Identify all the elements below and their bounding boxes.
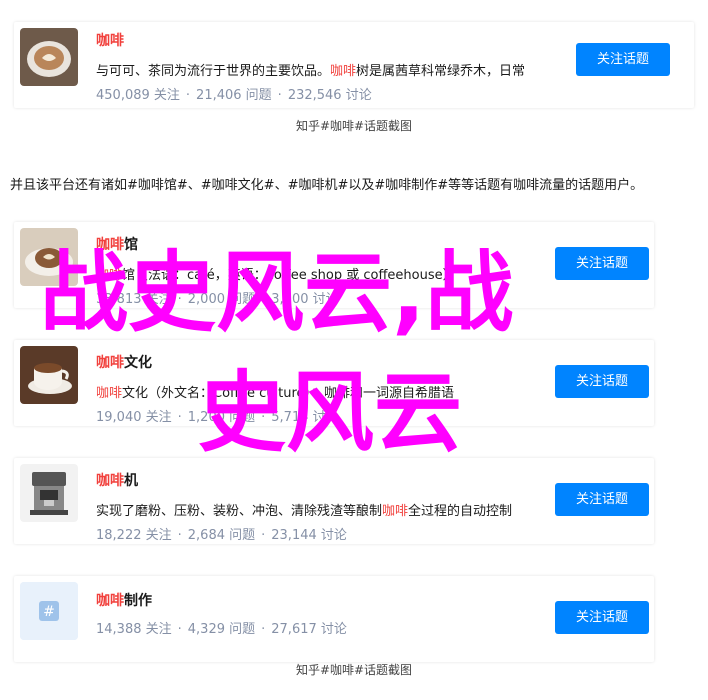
topic-title[interactable]: 咖啡文化 [96,352,152,372]
image-caption: 知乎#咖啡#话题截图 [295,663,413,677]
follow-topic-button[interactable]: 关注话题 [555,365,649,398]
followers-count[interactable]: 19,040 关注 [96,410,172,425]
discussions-count[interactable]: 232,546 讨论 [288,88,372,103]
image-caption: 知乎#咖啡#话题截图 [295,119,413,133]
follow-topic-button[interactable]: 关注话题 [576,43,670,76]
topic-card-coffee: 咖啡 与可可、茶同为流行于世界的主要饮品。咖啡树是属茜草科常绿乔木，日常 450… [14,22,694,108]
body-paragraph: 并且该平台还有诸如#咖啡馆#、#咖啡文化#、#咖啡机#以及#咖啡制作#等等话题有… [10,178,644,193]
topic-title[interactable]: 咖啡机 [96,470,138,490]
topic-card-coffee-machine: 咖啡机 实现了磨粉、压粉、装粉、冲泡、清除残渣等酿制咖啡全过程的自动控制 18,… [14,458,654,544]
coffee-cup-thumbnail[interactable] [20,346,78,404]
discussions-count[interactable]: 23,144 讨论 [271,528,347,543]
topic-title[interactable]: 咖啡制作 [96,590,152,610]
questions-count[interactable]: 2,684 问题 [188,528,255,543]
topic-description: 实现了磨粉、压粉、装粉、冲泡、清除残渣等酿制咖啡全过程的自动控制 [96,504,513,519]
followers-count[interactable]: 18,222 关注 [96,528,172,543]
topic-stats: 14,388 关注 · 4,329 问题 · 27,617 讨论 [96,622,347,637]
topic-description: 与可可、茶同为流行于世界的主要饮品。咖啡树是属茜草科常绿乔木，日常 [96,64,526,79]
questions-count[interactable]: 4,329 问题 [188,622,255,637]
follow-topic-button[interactable]: 关注话题 [555,601,649,634]
followers-count[interactable]: 14,388 关注 [96,622,172,637]
followers-count[interactable]: 450,089 关注 [96,88,180,103]
topic-hash-icon[interactable]: # [20,582,78,640]
coffee-cup-latte-thumbnail[interactable] [20,28,78,86]
svg-text:#: # [43,604,55,620]
topic-stats: 18,222 关注 · 2,684 问题 · 23,144 讨论 [96,528,347,543]
topic-title[interactable]: 咖啡 [96,30,124,50]
follow-topic-button[interactable]: 关注话题 [555,483,649,516]
follow-topic-button[interactable]: 关注话题 [555,247,649,280]
topic-stats: 450,089 关注 · 21,406 问题 · 232,546 讨论 [96,88,372,103]
topic-card-coffee-making: # 咖啡制作 14,388 关注 · 4,329 问题 · 27,617 讨论 关注话题 [14,576,654,662]
discussions-count[interactable]: 27,617 讨论 [271,622,347,637]
espresso-machine-thumbnail[interactable] [20,464,78,522]
watermark-line-1: 战史风云,战 [40,241,514,344]
questions-count[interactable]: 21,406 问题 [196,88,272,103]
watermark-line-2: 史风云 [198,361,463,464]
